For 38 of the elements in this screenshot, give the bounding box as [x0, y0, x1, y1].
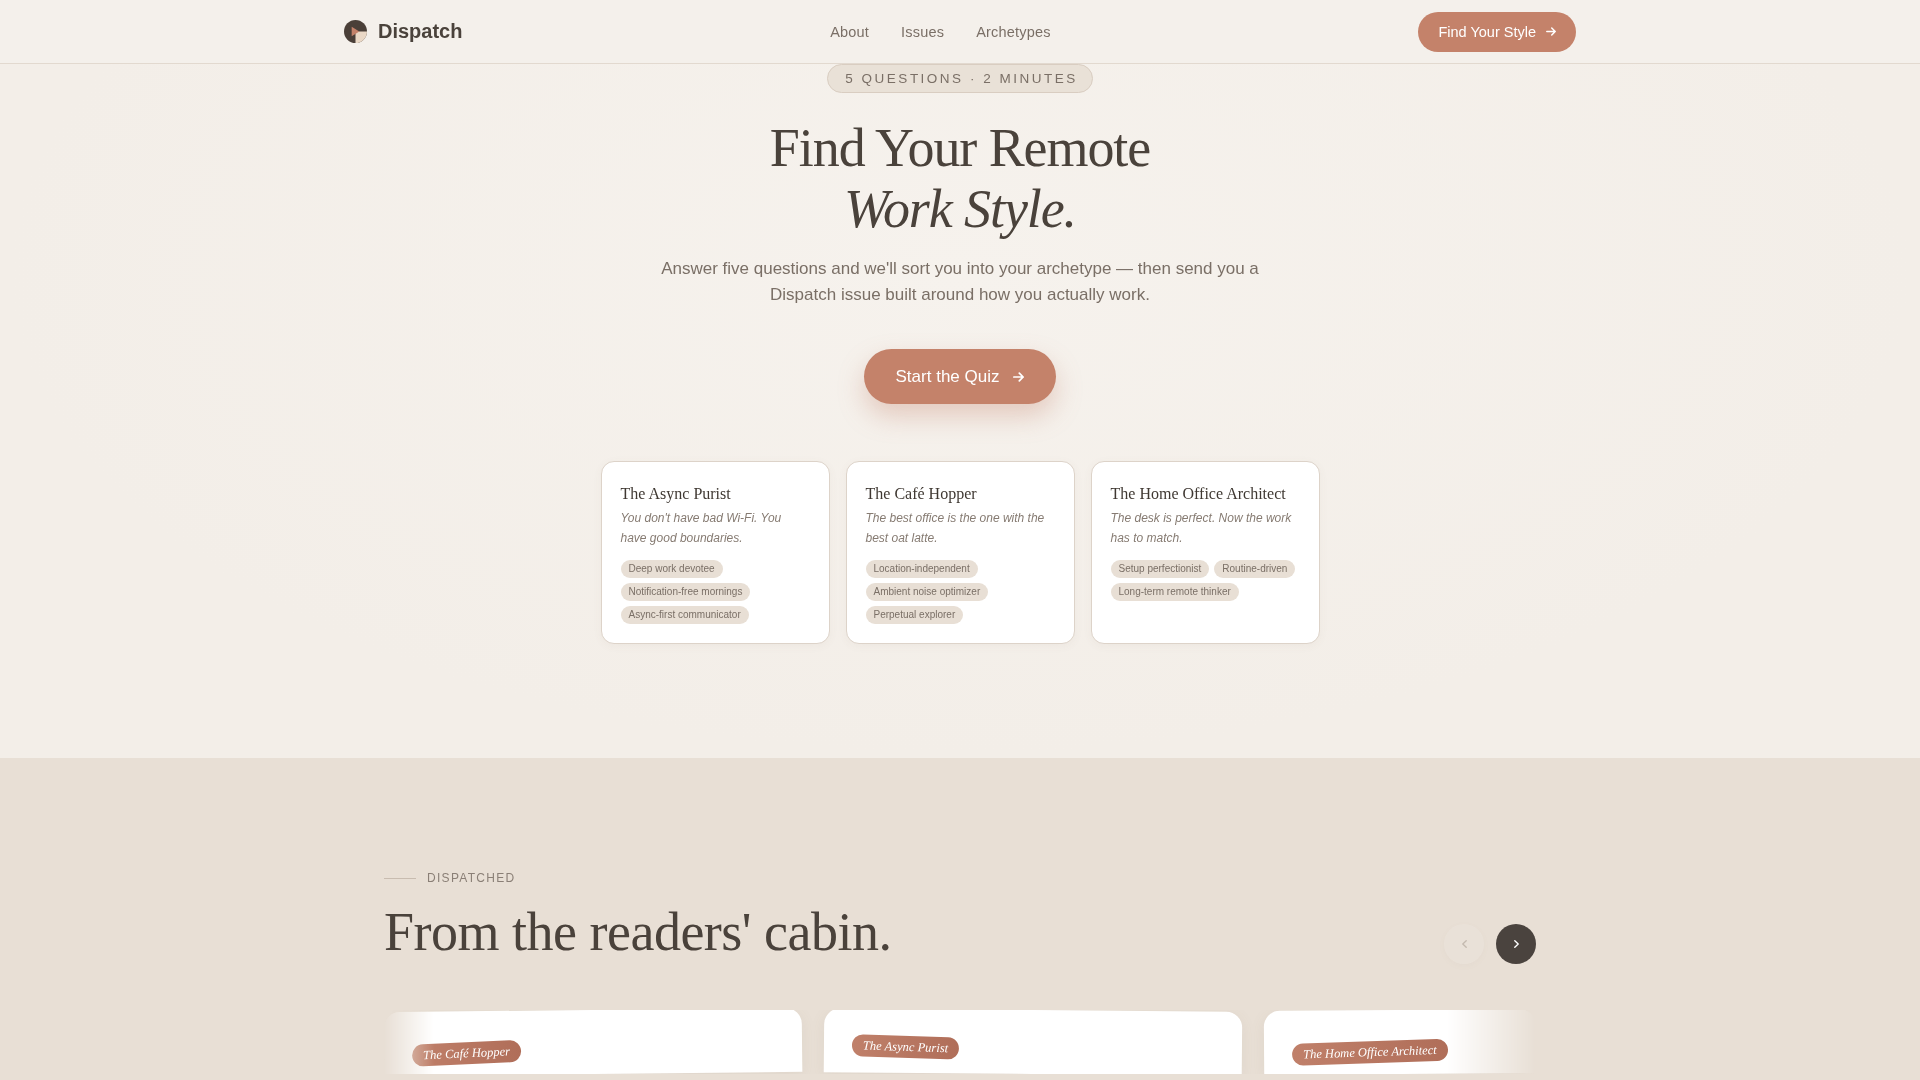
archetype-name: The Café Hopper	[865, 484, 978, 505]
chevron-right-icon	[1513, 940, 1519, 948]
nav-link[interactable]: About	[830, 23, 870, 40]
hero-subtitle: Answer five questions and we'll sort you into your archetype — then send you a Dispatch issue built around how you actually work.	[660, 258, 1260, 306]
section-title: From the readers' cabin.	[384, 903, 892, 962]
nav-link[interactable]: Archetypes	[976, 23, 1051, 40]
trait-tag: Long-term remote thinker	[1110, 583, 1239, 601]
archetype-label: The Café Hopper	[411, 1039, 522, 1067]
trait-tag: Location-independent	[865, 560, 978, 578]
archetype-name: The Async Purist	[620, 484, 732, 505]
trait-tag: Routine-driven	[1214, 560, 1296, 578]
archetype-card[interactable]: The Async Purist You don't have bad Wi-Fi. You have good boundaries. Deep work devotee Notification-free mornings Async-first communicator	[600, 461, 830, 644]
trait-tag: Notification-free mornings	[620, 583, 751, 601]
trait-tag: Async-first communicator	[620, 606, 749, 624]
trait-tag: Deep work devotee	[620, 560, 723, 578]
arrow-right-icon	[1546, 27, 1556, 36]
archetype-tagline: The best office is the one with the best oat latte.	[865, 510, 1046, 547]
find-style-button[interactable]: Find Your Style	[1418, 11, 1576, 52]
trait-tag: Setup perfectionist	[1110, 560, 1210, 578]
archetype-tagline: The desk is perfect. Now the work has to match.	[1110, 510, 1293, 547]
archetype-card[interactable]: The Home Office Architect The desk is perfect. Now the work has to match. Setup perfectionist Routine-driven Long-term remote thinker	[1090, 461, 1320, 644]
trait-tag: Ambient noise optimizer	[865, 583, 989, 601]
chevron-left-icon	[1461, 940, 1467, 948]
trait-tag: Perpetual explorer	[865, 606, 964, 624]
section-eyebrow: DISPATCHED	[427, 870, 516, 886]
info-badge: 5 QUESTIONS · 2 MINUTES	[827, 64, 1093, 93]
archetype-name: The Home Office Architect	[1110, 484, 1287, 504]
archetype-label: The Home Office Architect	[1291, 1038, 1449, 1066]
archetype-card[interactable]: The Café Hopper The best office is the one with the best oat latte. Location-independent Ambient noise optimizer Perpetual explorer	[845, 461, 1075, 644]
next-button[interactable]	[1496, 924, 1536, 964]
arrow-right-icon	[1013, 371, 1025, 382]
brand-name: Dispatch	[378, 20, 463, 43]
archetype-tagline: You don't have bad Wi-Fi. You have good boundaries.	[620, 510, 783, 547]
start-quiz-button[interactable]: Start the Quiz	[863, 349, 1057, 404]
hero-title: Find Your Remote Work Style.	[768, 118, 1152, 240]
archetype-label: The Async Purist	[851, 1034, 960, 1060]
nav-link[interactable]: Issues	[901, 23, 945, 40]
logo-icon	[344, 20, 367, 43]
